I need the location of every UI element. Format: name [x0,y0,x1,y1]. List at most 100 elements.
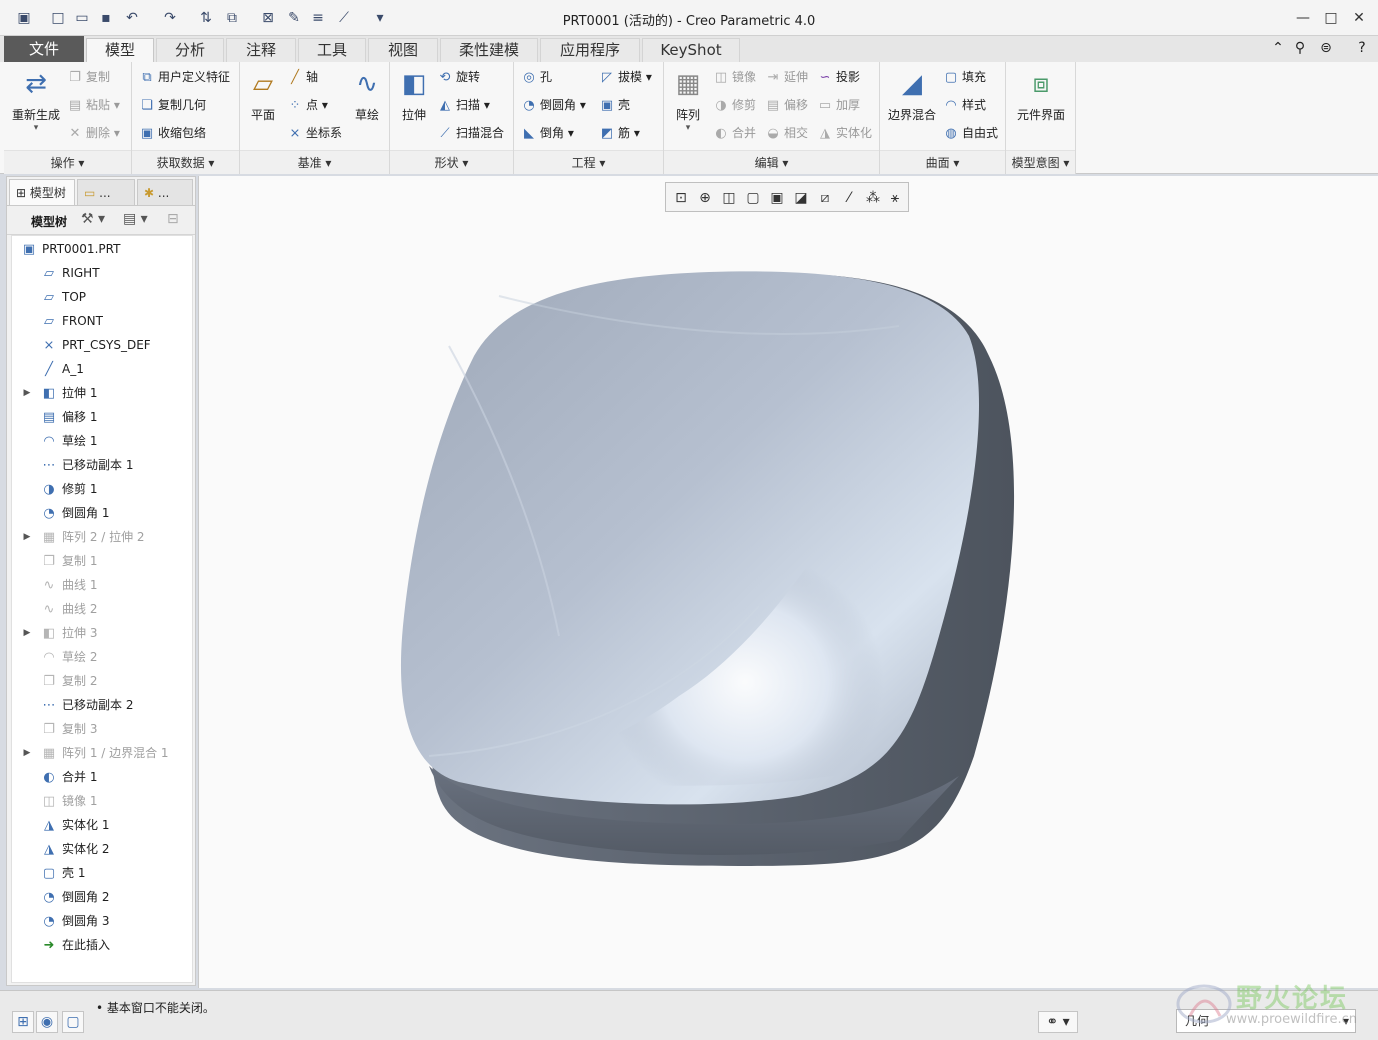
expand-icon[interactable]: ▶ [20,382,34,404]
revolve-button[interactable]: ⟲ 旋转 [436,66,480,88]
tree-node[interactable]: ◫ 镜像 1 [40,790,98,812]
selection-filter[interactable]: 几何 ▾ [1176,1009,1356,1033]
tree-node[interactable]: ❐ 复制 1 [40,550,97,572]
tab-folder-browser[interactable]: ▭ ... [77,179,135,205]
tab-applications[interactable]: 应用程序 [540,38,640,62]
tree-node[interactable]: ╱ A_1 [40,358,84,380]
point-button[interactable]: ⁘ 点 ▾ [286,94,328,116]
pattern-button[interactable]: ▦ 阵列 ▾ [668,66,708,133]
tree-node[interactable]: ⋯ 已移动副本 1 [40,454,134,476]
filter-icon[interactable]: ⊟ [167,211,179,227]
tree-node[interactable]: ▣ PRT0001.PRT [20,238,121,260]
tree-node[interactable]: ◠ 草绘 1 [40,430,97,452]
tree-node[interactable]: ◑ 修剪 1 [40,478,97,500]
tab-flexible-modeling[interactable]: 柔性建模 [440,38,538,62]
tree-node[interactable]: ⋯ 已移动副本 2 [40,694,134,716]
tab-file[interactable]: 文件 [4,36,84,62]
boundary-blend-button[interactable]: ◢ 边界混合 [884,66,940,123]
maximize-icon[interactable]: □ [1320,8,1342,28]
tree-node[interactable]: ▱ TOP [40,286,86,308]
expand-icon[interactable]: ▶ [20,742,34,764]
round-button[interactable]: ◔ 倒圆角 ▾ [520,94,586,116]
rib-button[interactable]: ◩ 筋 ▾ [598,122,640,144]
regenerate-button[interactable]: ⇄ 重新生成 ▾ [8,66,64,133]
group-label-model-intent[interactable]: 模型意图 ▾ [1006,150,1075,174]
shrinkwrap-button[interactable]: ▣ 收缩包络 [138,122,206,144]
offset-button[interactable]: ▤ 偏移 [764,94,808,116]
group-label-surfaces[interactable]: 曲面 ▾ [880,150,1005,174]
tree-node[interactable]: ▶ ◧ 拉伸 1 [24,382,98,404]
component-interface-button[interactable]: ⧈ 元件界面 [1010,66,1072,123]
show-icon[interactable]: ▤ ▾ [123,211,148,227]
tree-node[interactable]: ▱ FRONT [40,310,103,332]
browser-toggle-icon[interactable]: ◉ [36,1011,58,1033]
graphics-window[interactable]: ⊡ ⊕ ◫ ▢ ▣ ◪ ⧄ ⁄ ⁂ ⚹ [198,176,1378,988]
tab-annotate[interactable]: 注释 [226,38,296,62]
group-label-get-data[interactable]: 获取数据 ▾ [132,150,239,174]
plane-button[interactable]: ▱ 平面 [242,66,284,123]
intersect-button[interactable]: ◒ 相交 [764,122,808,144]
minimize-ribbon-icon[interactable]: ⌃ [1268,38,1288,58]
search-icon[interactable]: ⚲ [1290,38,1310,58]
tree-node[interactable]: ➜ 在此插入 [40,934,110,956]
tree-node[interactable]: ▱ RIGHT [40,262,100,284]
full-screen-icon[interactable]: ▢ [62,1011,84,1033]
tree-node[interactable]: ◐ 合并 1 [40,766,97,788]
copy-geometry-button[interactable]: ❏ 复制几何 [138,94,206,116]
tree-node[interactable]: ▶ ▦ 阵列 2 / 拉伸 2 [24,526,145,548]
paste-button[interactable]: ▤ 粘贴 ▾ [66,94,120,116]
shell-button[interactable]: ▣ 壳 [598,94,630,116]
mirror-button[interactable]: ◫ 镜像 [712,66,756,88]
solidify-button[interactable]: ◮ 实体化 [816,122,872,144]
chamfer-button[interactable]: ◣ 倒角 ▾ [520,122,574,144]
tab-tools[interactable]: 工具 [298,38,366,62]
copy-button[interactable]: ❐ 复制 [66,66,110,88]
group-label-editing[interactable]: 编辑 ▾ [664,150,879,174]
navigator-toggle-icon[interactable]: ⊞ [12,1011,34,1033]
settings-icon[interactable]: ⚒ ▾ [81,211,105,227]
draft-button[interactable]: ◸ 拔模 ▾ [598,66,652,88]
expand-icon[interactable]: ▶ [20,622,34,644]
tab-view[interactable]: 视图 [368,38,438,62]
tree-node[interactable]: ◮ 实体化 1 [40,814,109,836]
tree-node[interactable]: ❐ 复制 3 [40,718,97,740]
project-button[interactable]: ∽ 投影 [816,66,860,88]
tab-model-tree[interactable]: ⊞ 模型树 [9,179,75,205]
tree-node[interactable]: ▢ 壳 1 [40,862,86,884]
group-label-datum[interactable]: 基准 ▾ [240,150,389,174]
udf-button[interactable]: ⧉ 用户定义特征 [138,66,230,88]
tree-node[interactable]: ▶ ▦ 阵列 1 / 边界混合 1 [24,742,169,764]
close-icon[interactable]: ✕ [1348,8,1370,28]
tab-favorites[interactable]: ✱ ... [137,179,193,205]
freestyle-button[interactable]: ◍ 自由式 [942,122,998,144]
tree-node[interactable]: ▤ 偏移 1 [40,406,98,428]
tree-node[interactable]: ◔ 倒圆角 2 [40,886,109,908]
tree-node[interactable]: ◔ 倒圆角 3 [40,910,109,932]
expand-icon[interactable]: ▶ [20,526,34,548]
thicken-button[interactable]: ▭ 加厚 [816,94,860,116]
extend-button[interactable]: ⇥ 延伸 [764,66,808,88]
csys-button[interactable]: ⨯ 坐标系 [286,122,342,144]
delete-button[interactable]: ✕ 删除 ▾ [66,122,120,144]
extrude-button[interactable]: ◧ 拉伸 [394,66,434,123]
tree-node[interactable]: ∿ 曲线 2 [40,598,98,620]
tab-model[interactable]: 模型 [86,38,154,62]
group-label-operations[interactable]: 操作 ▾ [4,150,131,174]
tree-node[interactable]: ◠ 草绘 2 [40,646,97,668]
minimize-icon[interactable]: — [1292,8,1314,28]
fill-button[interactable]: ▢ 填充 [942,66,986,88]
hole-button[interactable]: ◎ 孔 [520,66,552,88]
tree-node[interactable]: ◮ 实体化 2 [40,838,109,860]
trim-button[interactable]: ◑ 修剪 [712,94,756,116]
find-icon[interactable]: ⚭ ▾ [1038,1011,1078,1033]
merge-button[interactable]: ◐ 合并 [712,122,756,144]
sketch-button[interactable]: ∿ 草绘 [346,66,388,123]
style-button[interactable]: ◠ 样式 [942,94,986,116]
community-icon[interactable]: ⊜ [1316,38,1336,58]
tab-keyshot[interactable]: KeyShot [642,38,740,62]
tree-node[interactable]: ⨯ PRT_CSYS_DEF [40,334,151,356]
tree-node[interactable]: ❐ 复制 2 [40,670,97,692]
group-label-shapes[interactable]: 形状 ▾ [390,150,513,174]
sweep-button[interactable]: ◭ 扫描 ▾ [436,94,490,116]
swept-blend-button[interactable]: ⟋ 扫描混合 [436,122,504,144]
